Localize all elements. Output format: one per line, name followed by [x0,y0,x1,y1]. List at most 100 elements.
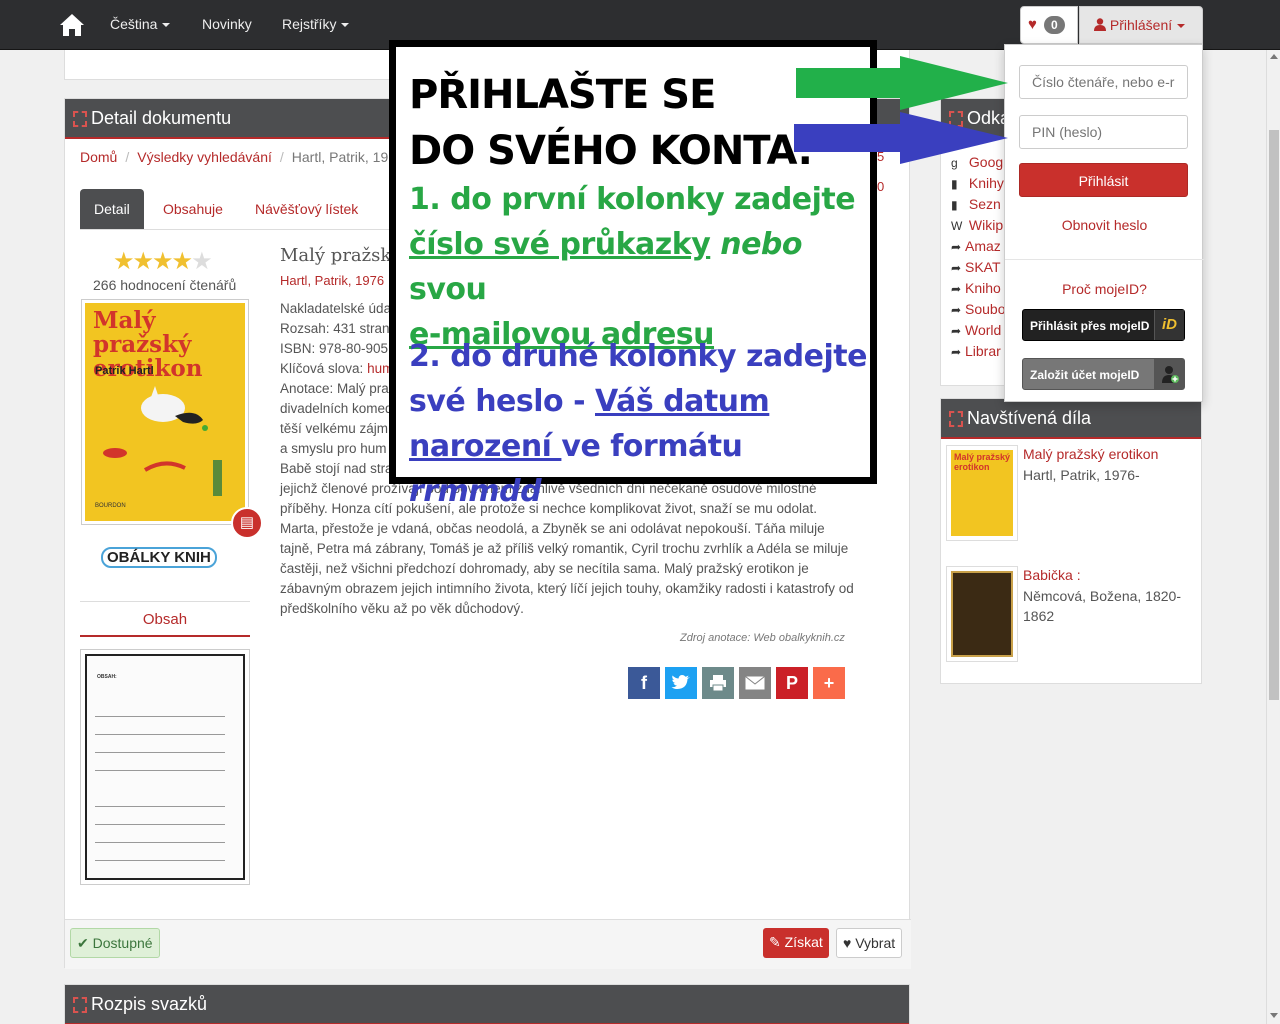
link-seznam[interactable]: ▮ Sezn [951,194,1005,215]
add-user-icon [1154,359,1184,389]
link-amazon[interactable]: ➦ Amaz [951,236,1005,257]
registers-menu[interactable]: Rejstříky [282,16,350,32]
table-of-contents-image[interactable]: OBSAH: [80,649,250,885]
document-author[interactable]: Hartl, Patrik, 1976 [280,273,384,288]
email-share-icon[interactable] [739,667,771,699]
registers-label: Rejstříky [282,16,337,32]
star-icon: ★ [113,248,134,275]
login-label: Přihlášení [1109,17,1173,33]
visited-item-author: Němcová, Božena, 1820-1862 [1023,588,1181,624]
visited-item-author: Hartl, Patrik, 1976- [1023,467,1140,483]
detail-panel-title: Detail dokumentu [91,108,232,128]
book-icon: ▮ [951,198,958,212]
cover-illustration [103,386,222,496]
volumes-panel-header: Rozpis svazků [65,985,909,1024]
available-label: Dostupné [92,935,153,951]
annotation-source: Zdroj anotace: Web obalkyknih.cz [680,632,845,644]
rating-stars: ★★★★★ [113,247,213,276]
link-books[interactable]: ▮ Knihy [951,173,1005,194]
visited-panel-header: Navštívená díla [941,399,1201,439]
book-cover[interactable]: Malý pražský erotikon Patrik Hartl BOURD… [81,299,249,525]
print-icon[interactable] [702,667,734,699]
overlay-heading: PŘIHLAŠTE SE DO SVÉHO KONTA: [409,67,813,179]
overlay-step-1: 1. do první kolonky zadejte číslo své pr… [409,182,856,352]
expand-square-icon [949,411,963,427]
get-button[interactable]: ✎ Získat [763,928,829,958]
pencil-icon: ✎ [769,934,781,950]
cut-off-count: 0 [877,179,885,194]
language-menu[interactable]: Čeština [110,16,171,32]
tab-detail[interactable]: Detail [80,189,144,229]
chevron-down-icon [341,23,350,28]
heart-icon: ♥ [843,935,852,951]
share-arrow-icon: ➦ [951,303,962,317]
scrollbar-thumb[interactable] [1269,130,1279,700]
page-scrollbar[interactable] [1266,50,1280,1024]
detail-footer: ✔ Dostupné ✎ Získat ♥ Vybrat [65,919,911,969]
link-worldcat[interactable]: ➦ World [951,320,1005,341]
breadcrumb: Domů / Výsledky vyhledávání / Hartl, Patrik,… [80,149,389,165]
facebook-share-icon[interactable]: f [628,667,660,699]
available-button[interactable]: ✔ Dostupné [70,928,160,958]
obalky-knih-logo[interactable]: OBÁLKY KNIH [101,547,217,568]
contents-tab[interactable]: Obsah [80,601,250,637]
obalky-knih-logo-text: OBÁLKY KNIH [101,547,217,568]
visited-book-thumbnail[interactable] [946,566,1018,662]
link-wikipedia[interactable]: W Wikip [951,215,1005,236]
tab-contains[interactable]: Obsahuje [149,189,237,229]
pinterest-share-icon[interactable]: P [776,667,808,699]
mojeid-login-button[interactable]: Přihlásit přes mojeID iD [1022,309,1185,341]
home-icon[interactable] [58,12,86,38]
user-icon [1094,18,1106,31]
pin-input[interactable] [1019,115,1188,149]
document-title: Malý pražský [280,245,402,266]
ratings-count: 266 hodnocení čtenářů [93,277,237,293]
reset-password-link[interactable]: Obnovit heslo [1005,217,1204,233]
favorites-button[interactable]: ♥ 0 [1020,6,1078,44]
news-link[interactable]: Novinky [202,16,252,32]
book-icon: ▮ [951,177,958,191]
more-share-icon[interactable]: + [813,667,845,699]
twitter-share-icon[interactable] [665,667,697,699]
dropdown-divider [1005,259,1204,260]
book-icon[interactable]: ▤ [231,507,263,539]
scroll-up-arrow-icon[interactable] [1270,54,1278,59]
keywords-label: Klíčová slova: [280,361,364,376]
visited-book-thumbnail[interactable]: Malý pražský erotikon [946,445,1018,541]
mojeid-create-button[interactable]: Založit účet mojeID [1022,358,1185,390]
language-label: Čeština [110,16,158,32]
login-dropdown: Přihlásit Obnovit heslo Proč mojeID? Při… [1004,44,1204,402]
reader-number-input[interactable] [1019,65,1188,99]
chevron-down-icon [1177,24,1186,29]
check-icon: ✔ [77,935,89,951]
link-skat[interactable]: ➦ SKAT [951,257,1005,278]
expand-square-icon [73,997,87,1013]
why-mojeid-link[interactable]: Proč mojeID? [1005,281,1204,297]
link-library[interactable]: ➦ Librar [951,341,1005,362]
visited-item-title[interactable]: Malý pražský erotikon [1023,446,1193,462]
blue-arrow-icon [794,112,1008,164]
heart-icon: ♥ [1028,16,1037,33]
share-arrow-icon: ➦ [951,345,962,359]
cover-author: Patrik Hartl [95,365,154,377]
favorites-count-badge: 0 [1044,16,1065,34]
login-submit-button[interactable]: Přihlásit [1019,163,1188,197]
visited-panel-title: Navštívená díla [967,408,1092,428]
login-menu-button[interactable]: Přihlášení [1079,6,1203,44]
link-soubor[interactable]: ➦ Soubo [951,299,1005,320]
link-knihovny[interactable]: ➦ Kniho [951,278,1005,299]
select-button[interactable]: ♥ Vybrat [836,928,903,958]
scroll-down-arrow-icon[interactable] [1270,1013,1278,1018]
thumbnail-cover-text: Malý pražský erotikon [954,452,1011,472]
share-arrow-icon: ➦ [951,240,962,254]
visited-item-title[interactable]: Babička : [1023,567,1193,583]
share-arrow-icon: ➦ [951,282,962,296]
wikipedia-icon: W [951,219,963,233]
breadcrumb-home[interactable]: Domů [80,149,117,165]
cover-publisher: BOURDON [95,503,126,509]
volumes-panel-title: Rozpis svazků [91,994,208,1014]
star-icon: ★ [132,248,154,275]
tab-label-card[interactable]: Návěšťový lístek [241,189,372,229]
chevron-down-icon [162,23,171,28]
breadcrumb-search-results[interactable]: Výsledky vyhledávání [137,149,272,165]
